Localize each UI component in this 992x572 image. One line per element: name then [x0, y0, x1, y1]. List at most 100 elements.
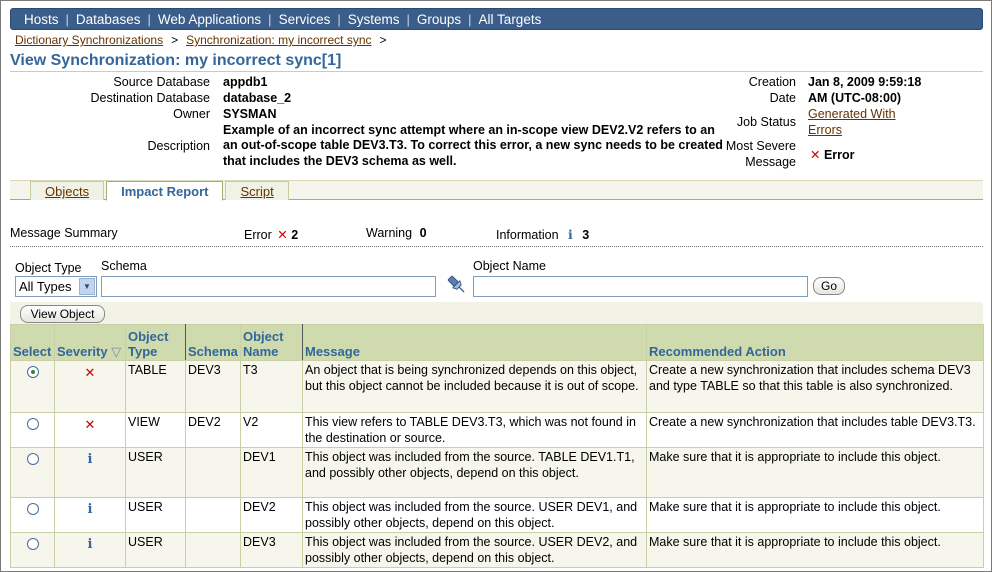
creation-date-label: Date [769, 91, 796, 105]
schema-cell [185, 532, 241, 568]
error-summary-count: 2 [291, 228, 299, 242]
tab-script[interactable]: Script [225, 181, 289, 200]
error-x-icon: ✕ [810, 148, 821, 162]
flashlight-search-icon[interactable] [444, 272, 470, 298]
message-cell: This view refers to TABLE DEV3.T3, which… [302, 412, 647, 448]
table-row[interactable]: i USER DEV1 This object was included from t… [10, 447, 984, 498]
most-severe-value: ✕ Error [810, 147, 855, 162]
message-cell: This object was included from the source… [302, 497, 647, 533]
select-cell [10, 532, 55, 568]
object-type-cell: VIEW [125, 412, 186, 448]
info-summary-label: Information [496, 228, 559, 242]
object-type-label: Object Type [15, 261, 82, 275]
warning-summary-label: Warning [366, 226, 413, 240]
impact-report-table: Select Severity ▽ Object Type Schema Obj… [10, 324, 984, 568]
select-radio[interactable] [26, 503, 39, 515]
col-header-object-name[interactable]: Object Name [240, 324, 303, 361]
source-db-value: appdb1 [223, 75, 268, 89]
breadcrumb-synchronization[interactable]: Synchronization: my incorrect sync [186, 33, 371, 47]
recommended-action-cell: Make sure that it is appropriate to incl… [646, 532, 984, 568]
description-value: Example of an incorrect sync attempt whe… [223, 123, 723, 168]
col-header-schema[interactable]: Schema [185, 324, 241, 361]
object-type-cell: USER [125, 447, 186, 498]
nav-databases[interactable]: Databases [69, 12, 148, 27]
object-name-input[interactable] [473, 276, 808, 297]
object-type-cell: TABLE [125, 360, 186, 413]
col-header-object-type[interactable]: Object Type [125, 324, 186, 361]
breadcrumb-dictionary-synchronizations[interactable]: Dictionary Synchronizations [15, 33, 163, 47]
nav-groups[interactable]: Groups [410, 12, 468, 27]
select-radio[interactable] [26, 418, 39, 430]
table-row[interactable]: ✕ VIEW DEV2 V2 This view refers to TABLE DEV… [10, 412, 984, 448]
severity-cell: ✕ [54, 360, 126, 413]
job-status-label: Job Status [736, 115, 796, 129]
col-header-message: Message [302, 324, 647, 361]
chevron-down-icon: ▼ [79, 278, 95, 295]
error-x-icon: ✕ [277, 228, 288, 242]
nav-web-applications[interactable]: Web Applications [151, 12, 268, 27]
object-name-cell: DEV3 [240, 532, 303, 568]
schema-cell: DEV2 [185, 412, 241, 448]
schema-cell [185, 447, 241, 498]
select-cell [10, 447, 55, 498]
job-status-link-2[interactable]: Errors [808, 123, 842, 137]
object-type-select[interactable]: All Types ▼ [15, 276, 97, 297]
info-summary: Information i 3 [496, 227, 589, 242]
table-row[interactable]: i USER DEV3 This object was included from t… [10, 532, 984, 568]
dotted-separator [10, 246, 983, 247]
info-icon: i [87, 452, 93, 467]
breadcrumb: Dictionary Synchronizations > Synchronizat… [15, 33, 395, 47]
col-header-select: Select [10, 324, 55, 361]
info-icon: i [568, 227, 573, 242]
col-header-severity[interactable]: Severity ▽ [54, 324, 126, 361]
message-cell: This object was included from the source… [302, 532, 647, 568]
select-radio[interactable] [26, 453, 39, 465]
schema-cell: DEV3 [185, 360, 241, 413]
title-divider [10, 71, 983, 72]
dest-db-label: Destination Database [90, 91, 210, 105]
table-row[interactable]: i USER DEV2 This object was included from t… [10, 497, 984, 533]
severity-cell: i [54, 532, 126, 568]
recommended-action-cell: Create a new synchronization that includ… [646, 412, 984, 448]
tab-objects[interactable]: Objects [30, 181, 105, 200]
creation-value: Jan 8, 2009 9:59:18 [808, 75, 922, 89]
breadcrumb-separator: > [379, 33, 387, 47]
schema-cell [185, 497, 241, 533]
object-name-cell: V2 [240, 412, 303, 448]
breadcrumb-separator: > [171, 33, 179, 47]
table-toolbar [10, 302, 983, 324]
top-nav-bar: Hosts | Databases | Web Applications | Serv… [10, 8, 983, 30]
error-summary-label: Error [244, 228, 272, 242]
info-summary-count: 3 [582, 228, 590, 242]
job-status-link[interactable]: Generated With [808, 107, 896, 121]
message-summary-label: Message Summary [10, 226, 118, 240]
nav-hosts[interactable]: Hosts [17, 12, 66, 27]
object-type-cell: USER [125, 497, 186, 533]
object-name-cell: T3 [240, 360, 303, 413]
schema-label: Schema [101, 259, 147, 273]
view-object-button[interactable]: View Object [20, 305, 105, 323]
severity-cell: ✕ [54, 412, 126, 448]
select-radio[interactable] [26, 538, 39, 550]
object-type-cell: USER [125, 532, 186, 568]
info-icon: i [87, 502, 93, 517]
select-radio[interactable] [26, 366, 39, 378]
owner-label: Owner [173, 107, 210, 121]
recommended-action-cell: Create a new synchronization that includ… [646, 360, 984, 413]
table-row[interactable]: ✕ TABLE DEV3 T3 An object that is being sync… [10, 360, 984, 413]
tab-impact-report[interactable]: Impact Report [106, 181, 224, 201]
select-cell [10, 360, 55, 413]
object-name-label: Object Name [473, 259, 546, 273]
sort-descending-icon: ▽ [111, 344, 122, 359]
recommended-action-cell: Make sure that it is appropriate to incl… [646, 497, 984, 533]
owner-value: SYSMAN [223, 107, 277, 121]
warning-summary: Warning 0 [366, 226, 427, 240]
nav-all-targets[interactable]: All Targets [472, 12, 549, 27]
go-button[interactable]: Go [813, 277, 845, 295]
warning-summary-count: 0 [419, 226, 427, 240]
schema-input[interactable] [101, 276, 436, 297]
object-type-selected: All Types [19, 279, 72, 294]
nav-services[interactable]: Services [272, 12, 338, 27]
nav-systems[interactable]: Systems [341, 12, 407, 27]
most-severe-label: Most Severe [725, 139, 796, 153]
